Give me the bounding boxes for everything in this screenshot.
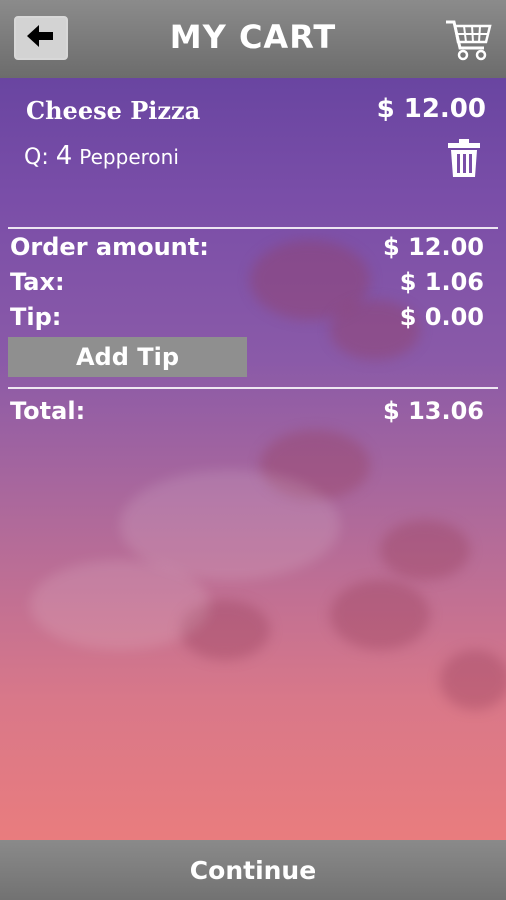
quantity-value: 4 [55,141,73,171]
background-texture [440,650,506,710]
trash-icon[interactable] [446,138,482,178]
continue-button[interactable]: Continue [0,840,506,900]
total-label: Total: [10,397,86,425]
order-amount-label: Order amount: [10,233,209,261]
background-texture [30,560,210,650]
total-value: $ 13.06 [383,397,484,425]
item-price: $ 12.00 [376,94,486,124]
top-bar: MY CART [0,0,506,78]
divider [8,387,498,389]
item-quantity-row: Q: 4 Pepperoni [24,141,179,171]
background-texture [380,520,470,580]
order-amount-value: $ 12.00 [383,233,484,261]
divider [8,227,498,229]
item-topping: Pepperoni [79,145,179,169]
add-tip-button[interactable]: Add Tip [8,337,247,377]
quantity-label: Q: [24,145,49,170]
tax-label: Tax: [10,268,65,296]
tax-value: $ 1.06 [399,268,484,296]
item-name: Cheese Pizza [26,96,201,125]
tip-label: Tip: [10,303,62,331]
tip-value: $ 0.00 [399,303,484,331]
background-texture [330,580,430,650]
shopping-cart-icon[interactable] [444,18,492,62]
page-title: MY CART [169,18,337,56]
cart-screen: MY CART Cheese Pizza $ 12.00 Q: 4 Pepper… [0,0,506,900]
